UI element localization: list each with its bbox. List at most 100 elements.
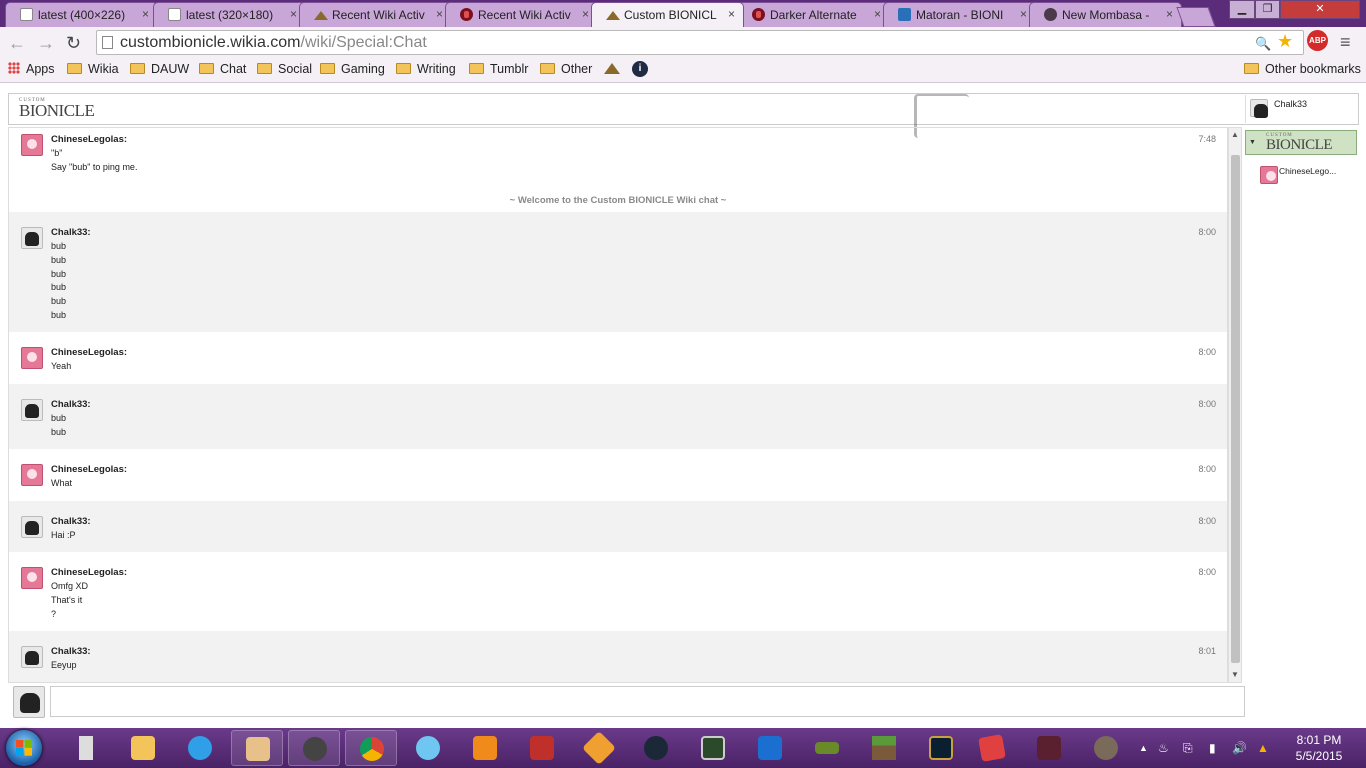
show-hidden-icons-icon[interactable]: ▲: [1139, 743, 1148, 753]
tab-latest-400[interactable]: latest (400×226) ×: [5, 2, 158, 27]
close-icon[interactable]: ×: [290, 7, 297, 21]
volume-icon[interactable]: 🔊: [1232, 741, 1247, 755]
reload-icon[interactable]: ↻: [66, 33, 81, 54]
tab-recent-wiki-activity-2[interactable]: Recent Wiki Activ ×: [445, 2, 598, 27]
message-username[interactable]: Chalk33:: [51, 646, 91, 657]
new-tab-button[interactable]: [1176, 7, 1216, 27]
lego-icon[interactable]: [744, 730, 796, 766]
avatar[interactable]: [21, 134, 43, 156]
forward-icon[interactable]: →: [37, 33, 55, 54]
avatar[interactable]: [21, 646, 43, 668]
grass-icon[interactable]: [801, 730, 853, 766]
bookmark-folder-gaming[interactable]: Gaming: [320, 62, 385, 76]
address-bar[interactable]: custombionicle.wikia.com/wiki/Special:Ch…: [96, 30, 1304, 55]
back-icon[interactable]: ←: [8, 33, 26, 54]
scroll-up-icon[interactable]: ▲: [1231, 130, 1239, 139]
scroll-thumb[interactable]: [1231, 155, 1240, 663]
avatar[interactable]: [21, 516, 43, 538]
bookmark-star-icon[interactable]: ★: [1277, 31, 1293, 52]
close-icon[interactable]: ×: [142, 7, 149, 21]
star-icon[interactable]: [402, 730, 454, 766]
maximize-button[interactable]: ❐: [1255, 0, 1280, 19]
close-icon[interactable]: ×: [582, 7, 589, 21]
avatar[interactable]: [21, 347, 43, 369]
chrome-icon[interactable]: [345, 730, 397, 766]
bookmark-folder-chat[interactable]: Chat: [199, 62, 246, 76]
minecraft-icon[interactable]: [858, 730, 910, 766]
usb-icon[interactable]: ⎘: [1183, 741, 1193, 756]
message-list: ChineseLegolas: "b" Say "bub" to ping me…: [8, 127, 1228, 683]
message-username[interactable]: Chalk33:: [51, 399, 91, 410]
tab-darker-alternate[interactable]: Darker Alternate ×: [737, 2, 890, 27]
window-close-button[interactable]: ✕: [1280, 0, 1360, 19]
game-icon[interactable]: [1023, 730, 1075, 766]
message-scrollbar[interactable]: ▲ ▼: [1228, 127, 1242, 683]
wiki-logo[interactable]: CUSTOM BIONICLE: [19, 98, 95, 119]
close-icon[interactable]: ×: [1020, 7, 1027, 21]
chat-message-input[interactable]: [50, 686, 1245, 717]
message-username[interactable]: Chalk33:: [51, 227, 91, 238]
message-username[interactable]: ChineseLegolas:: [51, 567, 127, 578]
news-icon[interactable]: [516, 730, 568, 766]
collapse-triangle-icon[interactable]: ▼: [1249, 139, 1256, 146]
message-username[interactable]: Chalk33:: [51, 516, 91, 527]
message-username[interactable]: ChineseLegolas:: [51, 464, 127, 475]
avatar[interactable]: [21, 227, 43, 249]
message-username[interactable]: ChineseLegolas:: [51, 134, 127, 145]
app-icon[interactable]: [966, 730, 1018, 766]
paint-icon: [246, 737, 270, 761]
grass-icon: [815, 742, 839, 754]
bookmark-folder-social[interactable]: Social: [257, 62, 312, 76]
steam-icon[interactable]: [630, 730, 682, 766]
user-list-item[interactable]: ChineseLego...: [1244, 164, 1359, 186]
clock[interactable]: 8:01 PM 5/5/2015: [1283, 732, 1355, 764]
steam-tray-icon[interactable]: ♨: [1158, 741, 1169, 755]
close-icon[interactable]: ×: [874, 7, 881, 21]
current-user[interactable]: Chalk33: [1245, 95, 1356, 123]
info-bookmark-icon[interactable]: i: [632, 61, 648, 77]
google-drive-icon[interactable]: ▲: [1257, 741, 1269, 755]
bookmark-folder-wikia[interactable]: Wikia: [67, 62, 119, 76]
wiki-room-row[interactable]: ▼ CUSTOM BIONICLE: [1245, 130, 1357, 155]
media-player-icon[interactable]: [459, 730, 511, 766]
avatar: [1250, 99, 1268, 118]
tab-latest-320[interactable]: latest (320×180) ×: [153, 2, 306, 27]
bookmark-folder-tumblr[interactable]: Tumblr: [469, 62, 528, 76]
bookmark-apps[interactable]: Apps: [8, 62, 55, 76]
adblock-plus-icon[interactable]: ABP: [1307, 30, 1328, 51]
news-icon: [530, 736, 554, 760]
bookmark-folder-dauw[interactable]: DAUW: [130, 62, 189, 76]
message-username[interactable]: ChineseLegolas:: [51, 347, 127, 358]
tab-new-mombasa[interactable]: New Mombasa - ×: [1029, 2, 1182, 27]
minimize-button[interactable]: ▁: [1229, 0, 1255, 19]
close-icon[interactable]: ×: [1166, 7, 1173, 21]
wiki-bookmark-icon[interactable]: [604, 63, 620, 74]
avatar[interactable]: [21, 567, 43, 589]
hp-icon[interactable]: [288, 730, 340, 766]
puzzle-icon[interactable]: [573, 730, 625, 766]
bookmark-folder-writing[interactable]: Writing: [396, 62, 456, 76]
league-icon[interactable]: [915, 730, 967, 766]
zoom-icon[interactable]: 🔍: [1255, 36, 1271, 52]
explorer-icon[interactable]: [117, 730, 169, 766]
task-manager-icon[interactable]: [687, 730, 739, 766]
avatar[interactable]: [21, 464, 43, 486]
paint-icon[interactable]: [231, 730, 283, 766]
tab-title: Custom BIONICL: [624, 8, 717, 22]
gimp-icon[interactable]: [1080, 730, 1132, 766]
url-text[interactable]: custombionicle.wikia.com/wiki/Special:Ch…: [120, 34, 427, 52]
close-icon[interactable]: ×: [728, 7, 735, 21]
network-signal-icon[interactable]: ▮: [1209, 741, 1216, 755]
chrome-menu-icon[interactable]: ≡: [1340, 32, 1351, 53]
scroll-down-icon[interactable]: ▼: [1231, 670, 1239, 679]
tab-custom-bionicle[interactable]: Custom BIONICL ×: [591, 2, 744, 27]
bookmark-folder-other-bookmarks[interactable]: Other bookmarks: [1244, 62, 1361, 76]
avatar[interactable]: [21, 399, 43, 421]
bookmark-folder-other[interactable]: Other: [540, 62, 592, 76]
ie-icon[interactable]: [174, 730, 226, 766]
tab-matoran[interactable]: Matoran - BIONI ×: [883, 2, 1036, 27]
skyrim-icon[interactable]: [60, 730, 112, 766]
tab-recent-wiki-activity-1[interactable]: Recent Wiki Activ ×: [299, 2, 452, 27]
start-button[interactable]: [6, 730, 42, 766]
close-icon[interactable]: ×: [436, 7, 443, 21]
